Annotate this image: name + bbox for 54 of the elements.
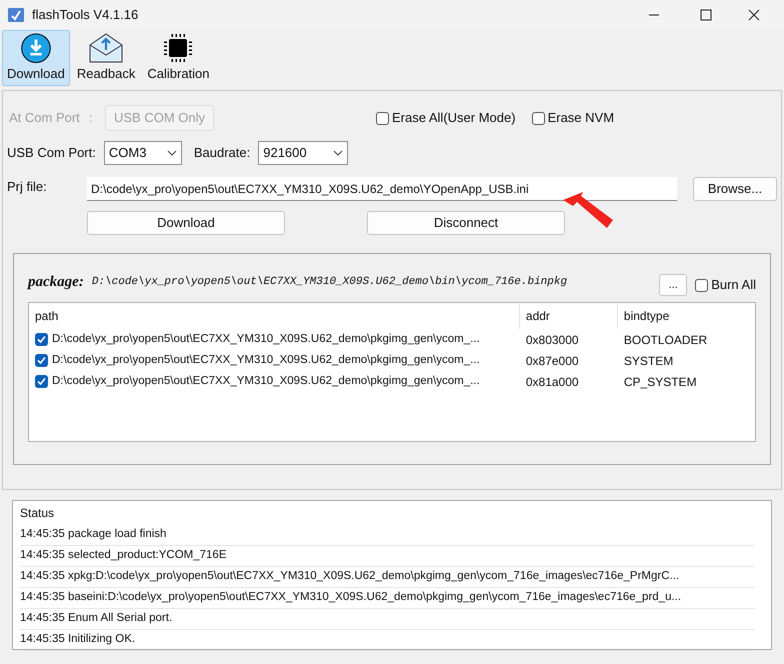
app-icon <box>8 8 24 22</box>
checkbox-label: Burn All <box>711 276 756 294</box>
field-label: USB Com Port: <box>7 144 96 162</box>
field-label: Prj file: <box>7 178 48 196</box>
download-icon <box>20 33 52 64</box>
toolbar-button[interactable]: Readback <box>72 30 140 86</box>
action-button[interactable]: Disconnect <box>367 211 565 235</box>
table-cell-text: BOOTLOADER <box>622 332 708 348</box>
close-icon[interactable] <box>748 9 760 21</box>
table-cell-text: 0x803000 <box>524 332 580 348</box>
checkbox[interactable] <box>35 375 48 388</box>
window-title: flashTools V4.1.16 <box>32 6 138 24</box>
table-cell-text: D:\code\yx_pro\yopen5\out\EC7XX_YM310_X09S.U62_demo\pkgimg_gen\ycom_... <box>52 332 480 347</box>
log-line: 14:45:35 xpkg:D:\code\yx_pro\yopen5\out\EC7XX_YM310_X09S.U62_demo\pkgimg_gen\ycom_716e_images\ec716e_PrMgrC... <box>20 567 755 588</box>
field-label: Baudrate: <box>194 144 250 162</box>
chevron-icon <box>333 150 344 156</box>
log-line: 14:45:35 package load finish <box>20 525 755 546</box>
maximize-icon[interactable] <box>700 9 712 21</box>
table-cell-text: D:\code\yx_pro\yopen5\out\EC7XX_YM310_X09S.U62_demo\pkgimg_gen\ycom_... <box>52 352 480 368</box>
table-cell-text: CP_SYSTEM <box>622 374 698 390</box>
column-header: addr <box>520 303 618 329</box>
com-port-dropdown[interactable]: COM3 <box>104 141 182 165</box>
checkbox[interactable] <box>35 354 48 367</box>
envelope-icon <box>89 33 124 63</box>
field-label: At Com Port <box>9 109 81 128</box>
table-cell-text: D:\code\yx_pro\yopen5\out\EC7XX_YM310_X09S.U62_demo\pkgimg_gen\ycom_... <box>52 374 480 389</box>
checkbox[interactable] <box>532 112 545 124</box>
status-heading: Status <box>20 505 56 522</box>
checkbox[interactable] <box>35 333 48 346</box>
column-header: bindtype <box>622 308 670 325</box>
checkbox[interactable] <box>695 278 708 292</box>
checkbox-label: Erase All(User Mode) <box>392 109 516 128</box>
action-button[interactable]: Download <box>87 211 285 235</box>
log-line: 14:45:35 baseini:D:\code\yx_pro\yopen5\out\EC7XX_YM310_X09S.U62_demo\pkgimg_gen\ycom_716e_images\ec716e_prd_u... <box>20 588 755 609</box>
chevron-icon <box>166 150 177 156</box>
browse-button[interactable]: Browse... <box>693 177 777 201</box>
separator-text: : <box>89 109 94 128</box>
chip-icon <box>163 33 194 63</box>
checkbox-label: Erase NVM <box>548 109 614 128</box>
table-cell-text: 0x81a000 <box>524 374 580 390</box>
package-label: package: <box>28 272 84 292</box>
log-line: 14:45:35 selected_product:YCOM_716E <box>20 546 755 567</box>
checkbox[interactable] <box>376 112 390 124</box>
table-cell-text: 0x87e000 <box>524 352 580 370</box>
toolbar-button[interactable]: Calibration <box>142 30 215 86</box>
prj-file-field[interactable]: D:\code\yx_pro\yopen5\out\EC7XX_YM310_X09S.U62_demo\YOpenApp_USB.ini <box>87 177 677 201</box>
log-line: 14:45:35 Enum All Serial port. <box>20 609 755 630</box>
more-button[interactable]: ... <box>659 274 688 296</box>
baudrate-dropdown[interactable]: 921600 <box>258 141 348 165</box>
table-cell-text: SYSTEM <box>622 352 674 370</box>
column-header: path <box>29 303 520 329</box>
toolbar-button[interactable]: Download <box>2 30 70 86</box>
log-line: 14:45:35 Initilizing OK. <box>20 630 755 651</box>
package-path: D:\code\yx_pro\yopen5\out\EC7XX_YM310_X09S.U62_demo\bin\ycom_716e.binpkg <box>92 274 568 290</box>
